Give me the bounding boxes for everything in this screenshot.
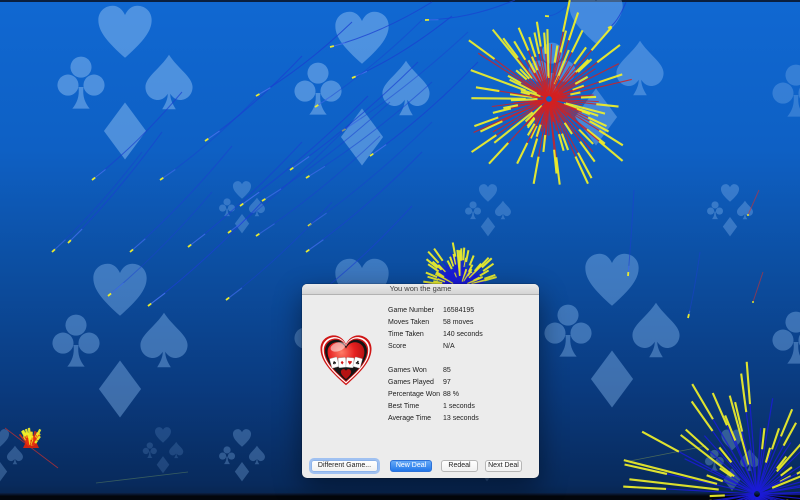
stat-value: 58 moves: [443, 319, 474, 326]
stat-value: N/A: [443, 343, 455, 350]
win-dialog: You won the game ♠ ♦ ♥ ♣ Game Number 165…: [302, 284, 539, 478]
stat-label: Percentage Won: [388, 391, 441, 398]
different-game-button[interactable]: Different Game...: [311, 460, 378, 472]
next-deal-button[interactable]: Next Deal: [485, 460, 522, 472]
heart-cards-logo: ♠ ♦ ♥ ♣: [320, 335, 372, 386]
new-deal-button[interactable]: New Deal: [390, 460, 432, 472]
stat-value: 88 %: [443, 391, 459, 398]
stat-label: Moves Taken: [388, 319, 430, 326]
stat-label: Score: [388, 343, 407, 350]
lifetime-stats-group: Games Won 85 Games Played 97 Percentage Wo…: [388, 365, 533, 425]
stat-value: 140 seconds: [443, 331, 483, 338]
stat-label: Average Time: [388, 415, 432, 422]
stat-row: Games Played 97: [388, 377, 533, 389]
stat-label: Game Number: [388, 307, 434, 314]
dialog-titlebar[interactable]: You won the game: [302, 284, 539, 295]
stat-row: Average Time 13 seconds: [388, 413, 533, 425]
redeal-button[interactable]: Redeal: [441, 460, 478, 472]
stat-value: 16584195: [443, 307, 475, 314]
stat-label: Time Taken: [388, 331, 424, 338]
stat-row: Best Time 1 seconds: [388, 401, 533, 413]
stat-label: Games Won: [388, 367, 427, 374]
stat-row: Percentage Won 88 %: [388, 389, 533, 401]
diamond-card-icon: ♦: [340, 360, 345, 366]
stat-value: 97: [443, 379, 451, 386]
dialog-title: You won the game: [389, 284, 452, 293]
stat-row: Score N/A: [388, 341, 533, 353]
stat-value: 1 seconds: [443, 403, 475, 410]
stat-value: 85: [443, 367, 451, 374]
stat-row: Games Won 85: [388, 365, 533, 377]
game-stats-group: Game Number 16584195 Moves Taken 58 moves …: [388, 305, 533, 353]
stat-label: Best Time: [388, 403, 420, 410]
stat-row: Time Taken 140 seconds: [388, 329, 533, 341]
stat-row: Game Number 16584195: [388, 305, 533, 317]
solitaire-table-background: You won the game ♠ ♦ ♥ ♣ Game Number 165…: [0, 0, 800, 500]
stat-value: 13 seconds: [443, 415, 479, 422]
stat-label: Games Played: [388, 379, 434, 386]
stat-row: Moves Taken 58 moves: [388, 317, 533, 329]
heart-card-icon: ♥: [347, 360, 353, 366]
